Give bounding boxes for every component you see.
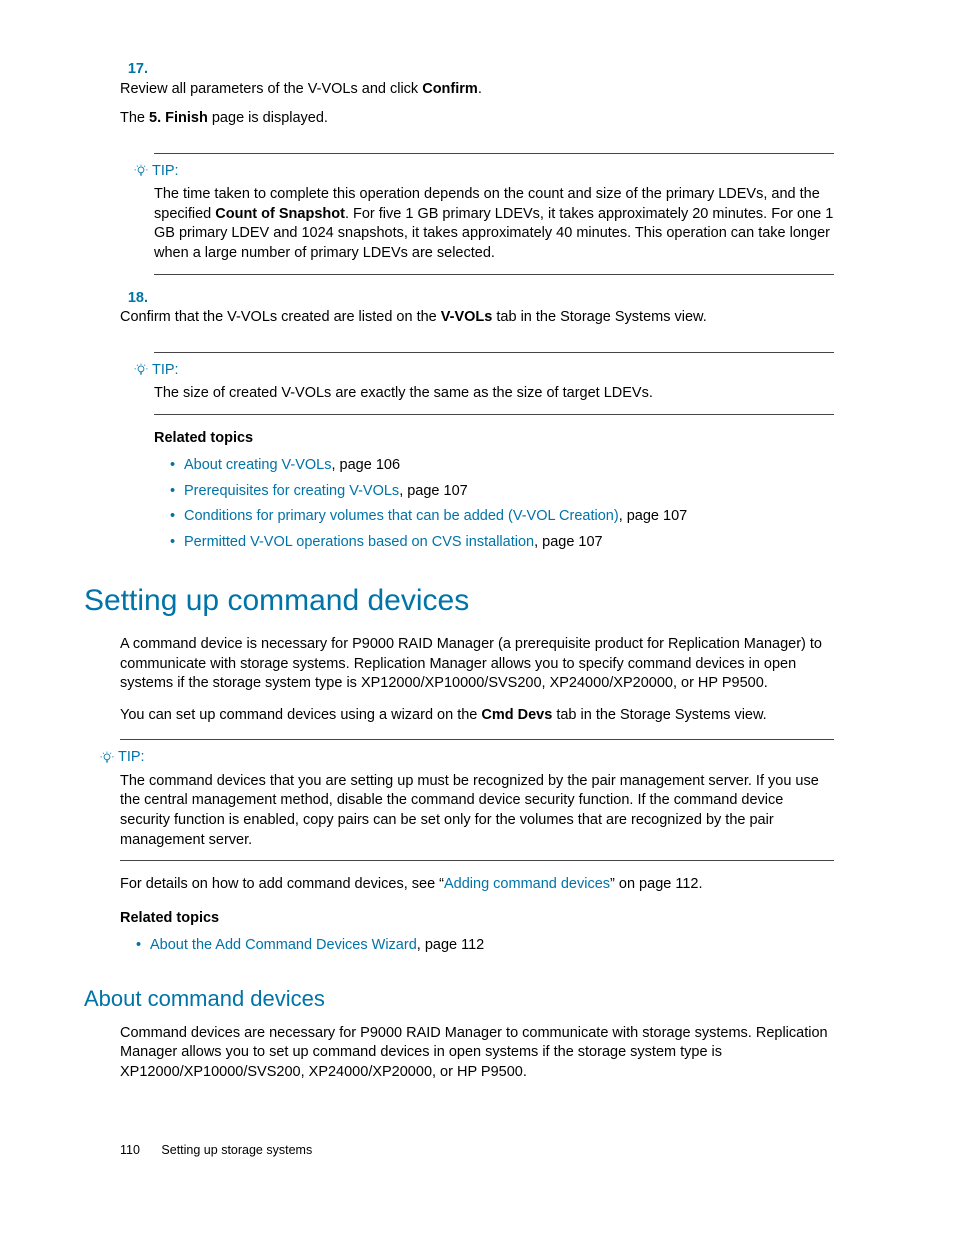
link-about-add-command-devices-wizard[interactable]: About the Add Command Devices Wizard [150,937,417,953]
tip-label: TIP: [152,361,179,381]
related-heading: Related topics [120,909,834,929]
text: page is displayed. [208,110,328,126]
tip-label: TIP: [118,748,145,768]
step-17: 17. Review all parameters of the V-VOLs … [120,60,834,139]
page-footer: 110 Setting up storage systems [120,1142,834,1159]
tip-body: The size of created V-VOLs are exactly t… [154,384,834,404]
related-list: About the Add Command Devices Wizard, pa… [120,936,834,956]
link-conditions-primary-volumes[interactable]: Conditions for primary volumes that can … [184,508,619,524]
link-adding-command-devices[interactable]: Adding command devices [444,876,610,892]
tip-block: TIP: The command devices that you are se… [120,739,834,861]
step-body: Confirm that the V-VOLs created are list… [120,308,800,338]
bold: Count of Snapshot [215,206,345,222]
paragraph: For details on how to add command device… [120,875,834,895]
lightbulb-icon [134,363,148,377]
text: tab in the Storage Systems view. [492,309,706,325]
paragraph: A command device is necessary for P9000 … [120,635,834,694]
link-about-creating-vvols[interactable]: About creating V-VOLs [184,457,332,473]
tip-body: The command devices that you are setting… [120,772,834,850]
text: The [120,110,149,126]
tip-block: TIP: The time taken to complete this ope… [154,153,834,275]
tip-block: TIP: The size of created V-VOLs are exac… [154,352,834,415]
text: For details on how to add command device… [120,876,444,892]
subsection-heading: About command devices [84,984,834,1014]
lightbulb-icon [100,751,114,765]
text: You can set up command devices using a w… [120,707,481,723]
page-number: 110 [120,1143,140,1157]
tip-body: The time taken to complete this operatio… [154,185,834,263]
lightbulb-icon [134,164,148,178]
text: tab in the Storage Systems view. [552,707,766,723]
link-permitted-vvol-operations[interactable]: Permitted V-VOL operations based on CVS … [184,534,534,550]
step-18: 18. Confirm that the V-VOLs created are … [120,289,834,338]
tip-label: TIP: [152,162,179,182]
paragraph: You can set up command devices using a w… [120,706,834,726]
step-number: 18. [120,289,148,309]
tip-header: TIP: [134,361,834,381]
link-prerequisites-vvols[interactable]: Prerequisites for creating V-VOLs [184,483,399,499]
list-item: Conditions for primary volumes that can … [170,507,834,527]
bold: Cmd Devs [481,707,552,723]
text: Review all parameters of the V-VOLs and … [120,81,422,97]
text: , page 112 [417,937,484,953]
section-heading: Setting up command devices [84,581,834,622]
text: , page 107 [534,534,603,550]
list-item: About the Add Command Devices Wizard, pa… [136,936,834,956]
bold: 5. Finish [149,110,208,126]
bold: V-VOLs [441,309,493,325]
text: , page 107 [399,483,468,499]
text: , page 107 [619,508,688,524]
text: Confirm that the V-VOLs created are list… [120,309,441,325]
list-item: About creating V-VOLs, page 106 [170,456,834,476]
text: , page 106 [332,457,401,473]
tip-header: TIP: [100,748,834,768]
footer-title: Setting up storage systems [161,1143,312,1157]
step-number: 17. [120,60,148,80]
text: . [478,81,482,97]
text: ” on page 112. [610,876,702,892]
paragraph: Command devices are necessary for P9000 … [120,1024,834,1083]
bold: Confirm [422,81,478,97]
list-item: Permitted V-VOL operations based on CVS … [170,533,834,553]
tip-header: TIP: [134,162,834,182]
step-body: Review all parameters of the V-VOLs and … [120,80,800,139]
related-heading: Related topics [154,429,834,449]
related-list: About creating V-VOLs, page 106 Prerequi… [154,456,834,552]
list-item: Prerequisites for creating V-VOLs, page … [170,482,834,502]
